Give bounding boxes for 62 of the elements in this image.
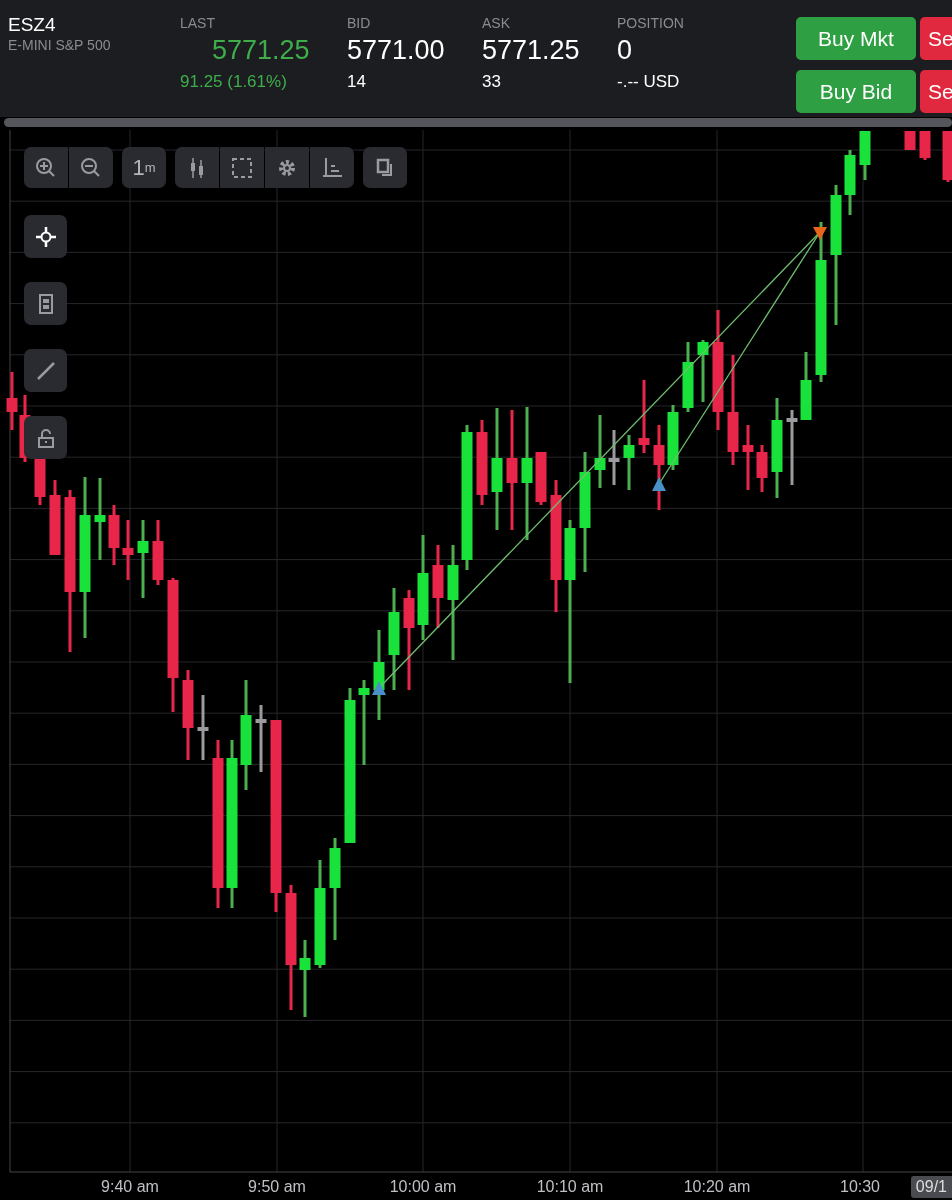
candlestick [682, 342, 694, 412]
quote-detail: 14 [347, 72, 366, 91]
sell-button[interactable]: Se [920, 70, 952, 113]
candlestick [919, 131, 931, 160]
time-label: 10:10 am [536, 1178, 604, 1196]
candlestick [756, 445, 768, 492]
candlestick [122, 520, 134, 580]
quote-label: ASK [482, 14, 511, 32]
quote-label: BID [347, 14, 372, 32]
buy-marker [652, 477, 666, 491]
toolbar-button[interactable] [220, 147, 264, 188]
symbol: ESZ4 [8, 14, 57, 36]
time-label: 10:30 [840, 1178, 880, 1196]
time-label: 9:40 am [101, 1178, 159, 1196]
tool-button[interactable] [24, 282, 67, 325]
candlestick [608, 430, 620, 485]
axis-icon [320, 155, 344, 180]
candlestick [6, 372, 18, 430]
candlestick [697, 340, 709, 402]
quote-label: LAST [180, 14, 216, 32]
buy-button[interactable]: Buy Mkt [796, 17, 916, 60]
toolbar-button[interactable] [69, 147, 113, 188]
candlestick [942, 131, 952, 182]
candlestick [904, 131, 916, 150]
scrollbar[interactable] [4, 118, 952, 127]
candlestick [667, 405, 679, 470]
toolbar-button[interactable] [363, 147, 407, 188]
instrument-name: E-MINI S&P 500 [8, 37, 112, 53]
time-label: 9:50 am [248, 1178, 306, 1196]
toolbar-button[interactable] [24, 147, 68, 188]
quote-value: 5771.00 [347, 35, 445, 65]
sell-button[interactable]: Se [920, 17, 952, 60]
tool-button[interactable] [24, 215, 67, 258]
toolbar-button[interactable] [265, 147, 309, 188]
candlestick [535, 452, 547, 505]
quote-detail: -.-- USD [617, 72, 680, 91]
quote-label: POSITION [617, 14, 685, 32]
quote-value: 5771.25 [212, 35, 310, 65]
candlestick [859, 131, 871, 180]
quote-value: 0 [617, 35, 633, 65]
toolbar-button[interactable] [310, 147, 354, 188]
buy-marker [372, 681, 386, 695]
quote-detail: 33 [482, 72, 501, 91]
candlestick [844, 150, 856, 215]
candlestick [108, 505, 120, 565]
toolbar-button[interactable] [175, 147, 219, 188]
time-label: 10:20 am [683, 1178, 751, 1196]
time-label: 10:00 am [389, 1178, 457, 1196]
candlestick [255, 705, 267, 772]
buy-button[interactable]: Buy Bid [796, 70, 916, 113]
candlestick [800, 352, 812, 420]
candlestick [623, 435, 635, 490]
quote-value: 5771.25 [482, 35, 580, 65]
sell-marker [813, 227, 827, 240]
candlestick [152, 520, 164, 585]
candlestick [742, 425, 754, 490]
candlestick [197, 695, 209, 760]
price-change: 91.25 (1.61%) [180, 72, 287, 91]
crosshair-icon [33, 224, 58, 249]
tool-button[interactable] [24, 349, 67, 392]
date-badge: 09/1 [910, 1176, 952, 1198]
dashed-square-icon [230, 155, 254, 180]
